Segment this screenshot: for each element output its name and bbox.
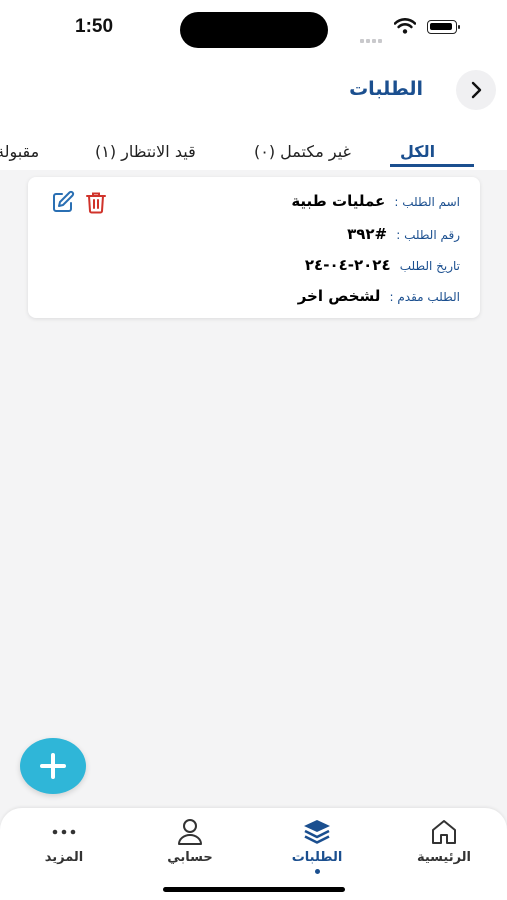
nav-account[interactable]: حسابي [135, 818, 245, 865]
tab-pending[interactable]: قيد الانتظار (١) [95, 142, 196, 161]
plus-icon [40, 753, 66, 779]
nav-account-label: حسابي [167, 850, 213, 865]
request-number-row: رقم الطلب : #٣٩٢ [347, 224, 460, 243]
nav-home-label: الرئيسية [416, 850, 472, 865]
nav-requests-label: الطلبات [291, 850, 343, 865]
status-bar: 1:50 [0, 0, 507, 58]
request-submitted-value: لشخص اخر [297, 287, 381, 305]
layers-icon [304, 820, 330, 844]
chevron-right-icon [471, 81, 482, 99]
request-name-row: اسم الطلب : عمليات طبية [291, 191, 460, 210]
battery-icon [427, 20, 460, 34]
nav-more[interactable]: المزيد [9, 818, 119, 865]
header: الطلبات [0, 58, 507, 126]
active-indicator-dot [314, 869, 320, 874]
request-card[interactable]: اسم الطلب : عمليات طبية رقم الطلب : #٣٩٢… [28, 177, 480, 318]
dynamic-island [180, 12, 328, 48]
nav-more-label: المزيد [44, 850, 84, 865]
nav-home[interactable]: الرئيسية [389, 818, 499, 865]
request-number-label: رقم الطلب : [396, 228, 460, 242]
page-title: الطلبات [349, 78, 423, 100]
status-tabs: الكل غير مكتمل (٠) قيد الانتظار (١) مقبو… [0, 126, 507, 170]
tab-indicator [390, 164, 474, 167]
tab-incomplete[interactable]: غير مكتمل (٠) [254, 142, 351, 161]
request-date-row: تاريخ الطلب ٢٠٢٤-٠٤-٢٤ [305, 255, 460, 274]
more-icon [52, 829, 76, 835]
status-time: 1:50 [75, 16, 114, 37]
request-date-value: ٢٠٢٤-٠٤-٢٤ [304, 256, 391, 274]
request-name-label: اسم الطلب : [394, 195, 460, 209]
delete-button[interactable] [83, 189, 109, 215]
back-button[interactable] [456, 70, 496, 110]
request-submitted-row: الطلب مقدم : لشخص اخر [298, 286, 460, 305]
trash-icon [86, 192, 106, 214]
edit-button[interactable] [50, 189, 76, 215]
nav-requests[interactable]: الطلبات [262, 818, 372, 874]
edit-icon [53, 190, 75, 212]
request-date-label: تاريخ الطلب [399, 259, 460, 273]
tab-all[interactable]: الكل [400, 142, 435, 161]
tab-accepted[interactable]: مقبولة [0, 142, 39, 161]
request-submitted-label: الطلب مقدم : [389, 290, 461, 304]
signal-icon [360, 28, 384, 47]
request-name-value: عمليات طبية [291, 192, 386, 210]
user-icon [178, 819, 202, 845]
wifi-icon [393, 18, 417, 38]
home-indicator [163, 887, 345, 892]
add-request-button[interactable] [20, 738, 86, 794]
home-icon [432, 820, 456, 844]
request-number-value: #٣٩٢ [347, 225, 388, 243]
